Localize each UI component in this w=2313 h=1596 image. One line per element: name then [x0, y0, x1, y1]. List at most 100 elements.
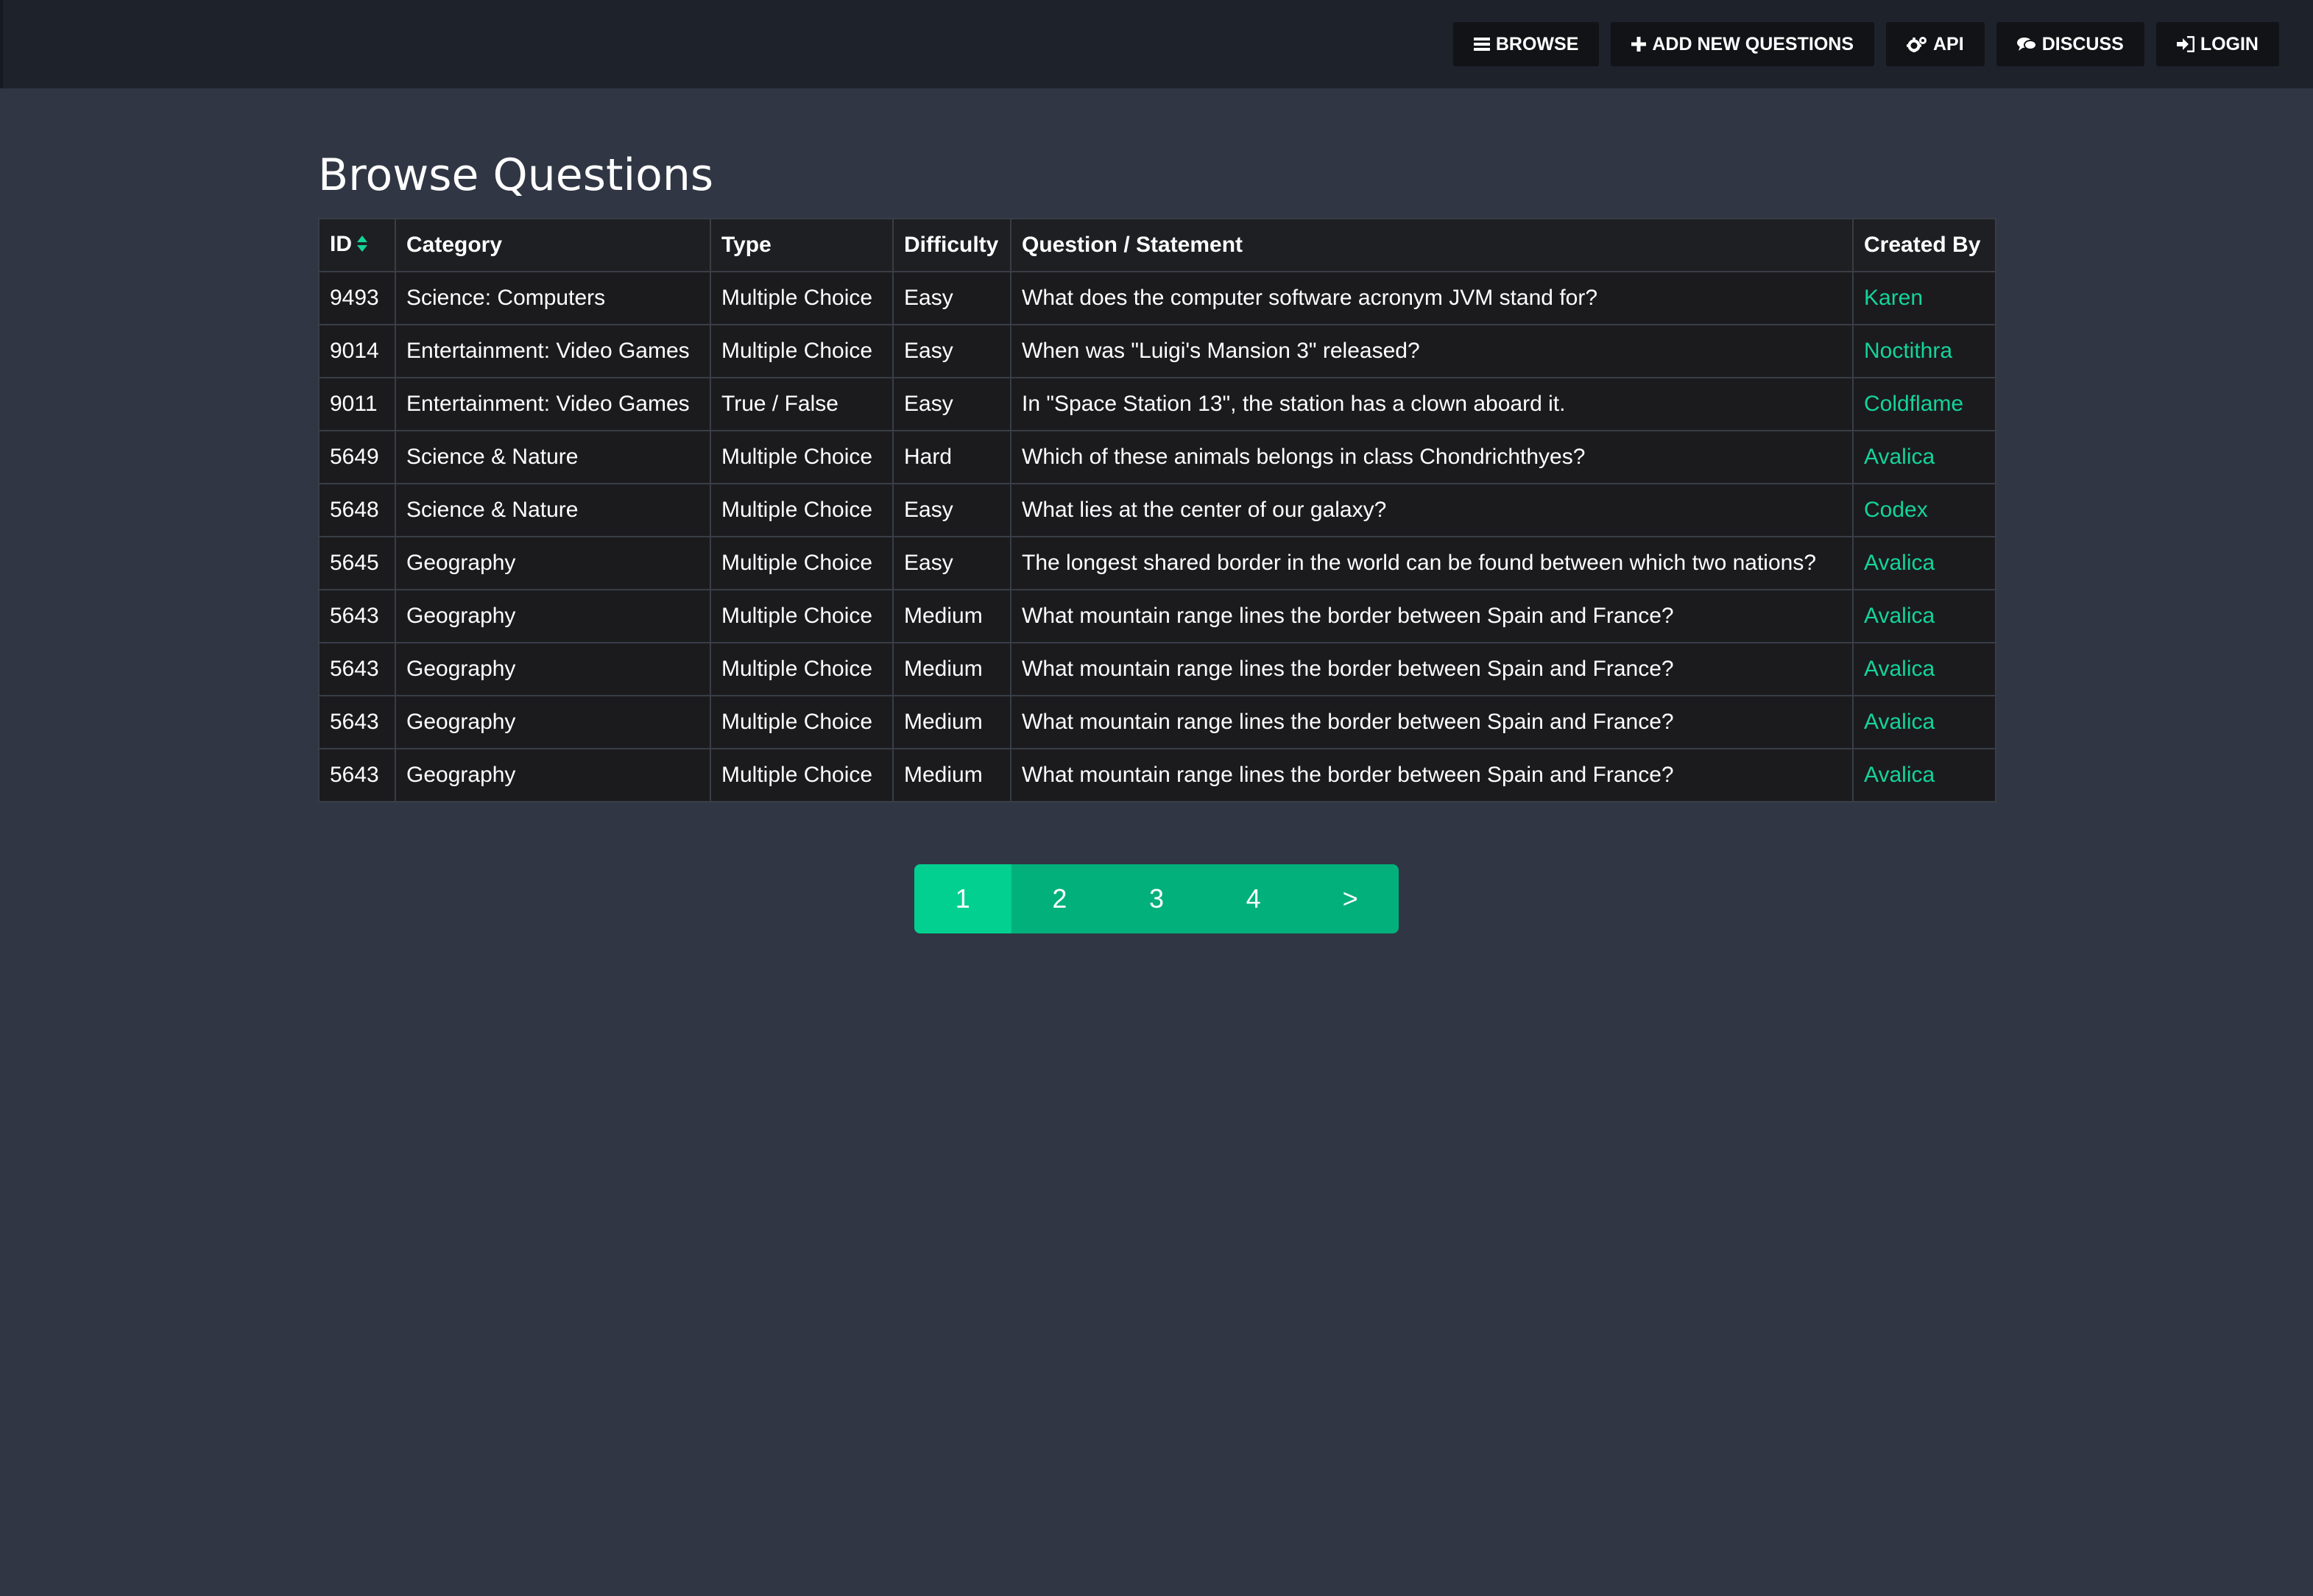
table-body: 9493 Science: Computers Multiple Choice Eas… [318, 271, 1996, 802]
cell-created-by[interactable]: Avalica [1852, 589, 1996, 643]
login-button[interactable]: LOGIN [2155, 22, 2279, 66]
cell-type: Multiple Choice [710, 695, 894, 749]
cell-category: Geography [395, 589, 711, 643]
table-header-row: ID Category Type Difficulty Question / S… [318, 218, 1996, 272]
cell-difficulty: Hard [892, 430, 1011, 484]
sign-in-icon [2176, 36, 2194, 52]
cell-id: 5643 [318, 748, 396, 802]
add-new-questions-label: ADD NEW QUESTIONS [1652, 33, 1854, 54]
cell-type: Multiple Choice [710, 589, 894, 643]
cell-difficulty: Easy [892, 271, 1011, 325]
cell-difficulty: Easy [892, 324, 1011, 378]
cell-id: 9011 [318, 377, 396, 431]
cell-category: Science: Computers [395, 271, 711, 325]
cell-question: The longest shared border in the world c… [1010, 536, 1854, 590]
questions-table: ID Category Type Difficulty Question / S… [318, 218, 1996, 802]
login-button-label: LOGIN [2200, 33, 2259, 54]
cell-created-by[interactable]: Avalica [1852, 642, 1996, 696]
page-button-2[interactable]: 2 [1011, 864, 1109, 933]
plus-icon [1631, 37, 1647, 52]
cell-created-by[interactable]: Karen [1852, 271, 1996, 325]
column-header-category: Category [395, 218, 711, 272]
api-button[interactable]: API [1886, 22, 1985, 66]
cell-difficulty: Easy [892, 377, 1011, 431]
cell-question: What mountain range lines the border bet… [1010, 748, 1854, 802]
cell-type: Multiple Choice [710, 271, 894, 325]
cell-difficulty: Easy [892, 536, 1011, 590]
column-header-id-label: ID [330, 232, 352, 257]
pagination: 1 2 3 4 > [914, 864, 1399, 933]
cell-category: Entertainment: Video Games [395, 377, 711, 431]
cell-category: Geography [395, 695, 711, 749]
discuss-button[interactable]: DISCUSS [1996, 22, 2144, 66]
cell-category: Science & Nature [395, 483, 711, 537]
column-header-difficulty: Difficulty [892, 218, 1011, 272]
table-row: 9014 Entertainment: Video Games Multiple C… [318, 324, 1996, 378]
cell-question: What does the computer software acronym … [1010, 271, 1854, 325]
cell-created-by[interactable]: Coldflame [1852, 377, 1996, 431]
table-row: 5643 Geography Multiple Choice Medium What m… [318, 589, 1996, 643]
cell-difficulty: Medium [892, 642, 1011, 696]
cell-difficulty: Medium [892, 589, 1011, 643]
column-header-id[interactable]: ID [318, 218, 396, 272]
cell-type: Multiple Choice [710, 430, 894, 484]
cell-question: In "Space Station 13", the station has a… [1010, 377, 1854, 431]
page-button-1[interactable]: 1 [914, 864, 1011, 933]
cell-id: 9014 [318, 324, 396, 378]
cell-id: 5648 [318, 483, 396, 537]
cell-difficulty: Easy [892, 483, 1011, 537]
table-row: 5648 Science & Nature Multiple Choice Easy W… [318, 483, 1996, 537]
cell-question: What lies at the center of our galaxy? [1010, 483, 1854, 537]
table-row: 5643 Geography Multiple Choice Medium What m… [318, 748, 1996, 802]
cell-id: 5649 [318, 430, 396, 484]
cell-question: What mountain range lines the border bet… [1010, 642, 1854, 696]
table-row: 5649 Science & Nature Multiple Choice Hard W… [318, 430, 1996, 484]
cell-created-by[interactable]: Codex [1852, 483, 1996, 537]
sort-icon[interactable] [356, 233, 368, 258]
cell-created-by[interactable]: Noctithra [1852, 324, 1996, 378]
page-button-4[interactable]: 4 [1205, 864, 1302, 933]
nav-links: BROWSE ADD NEW QUESTIONS API DISCUSS LOG… [1452, 22, 2279, 66]
cell-question: What mountain range lines the border bet… [1010, 695, 1854, 749]
browse-button-label: BROWSE [1495, 33, 1579, 54]
discuss-button-label: DISCUSS [2041, 33, 2124, 54]
cell-id: 5643 [318, 589, 396, 643]
main-content: Browse Questions ID Category Type Diffic… [318, 144, 1996, 802]
cell-created-by[interactable]: Avalica [1852, 748, 1996, 802]
cell-type: Multiple Choice [710, 536, 894, 590]
column-header-created-by: Created By [1852, 218, 1996, 272]
cell-question: Which of these animals belongs in class … [1010, 430, 1854, 484]
table-row: 5643 Geography Multiple Choice Medium What m… [318, 695, 1996, 749]
cell-created-by[interactable]: Avalica [1852, 430, 1996, 484]
column-header-type: Type [710, 218, 894, 272]
cell-difficulty: Medium [892, 695, 1011, 749]
cell-type: Multiple Choice [710, 642, 894, 696]
cell-category: Geography [395, 748, 711, 802]
cell-id: 5645 [318, 536, 396, 590]
comments-icon [2016, 37, 2036, 52]
cell-difficulty: Medium [892, 748, 1011, 802]
page-button-3[interactable]: 3 [1108, 864, 1205, 933]
top-navbar: BROWSE ADD NEW QUESTIONS API DISCUSS LOG… [0, 0, 2313, 88]
cell-type: True / False [710, 377, 894, 431]
next-page-button[interactable]: > [1302, 864, 1399, 933]
table-row: 9493 Science: Computers Multiple Choice Eas… [318, 271, 1996, 325]
browse-button[interactable]: BROWSE [1452, 22, 1600, 66]
cell-question: What mountain range lines the border bet… [1010, 589, 1854, 643]
cell-id: 5643 [318, 642, 396, 696]
table-row: 9011 Entertainment: Video Games True / Fal… [318, 377, 1996, 431]
cell-category: Geography [395, 536, 711, 590]
table-row: 5643 Geography Multiple Choice Medium What m… [318, 642, 1996, 696]
cell-id: 5643 [318, 695, 396, 749]
column-header-question: Question / Statement [1010, 218, 1854, 272]
cell-type: Multiple Choice [710, 324, 894, 378]
cell-category: Geography [395, 642, 711, 696]
api-button-label: API [1933, 33, 1964, 54]
cell-type: Multiple Choice [710, 748, 894, 802]
cell-id: 9493 [318, 271, 396, 325]
cell-created-by[interactable]: Avalica [1852, 536, 1996, 590]
add-new-questions-button[interactable]: ADD NEW QUESTIONS [1611, 22, 1874, 66]
bars-icon [1473, 37, 1490, 52]
page-title: Browse Questions [318, 149, 714, 201]
cell-created-by[interactable]: Avalica [1852, 695, 1996, 749]
